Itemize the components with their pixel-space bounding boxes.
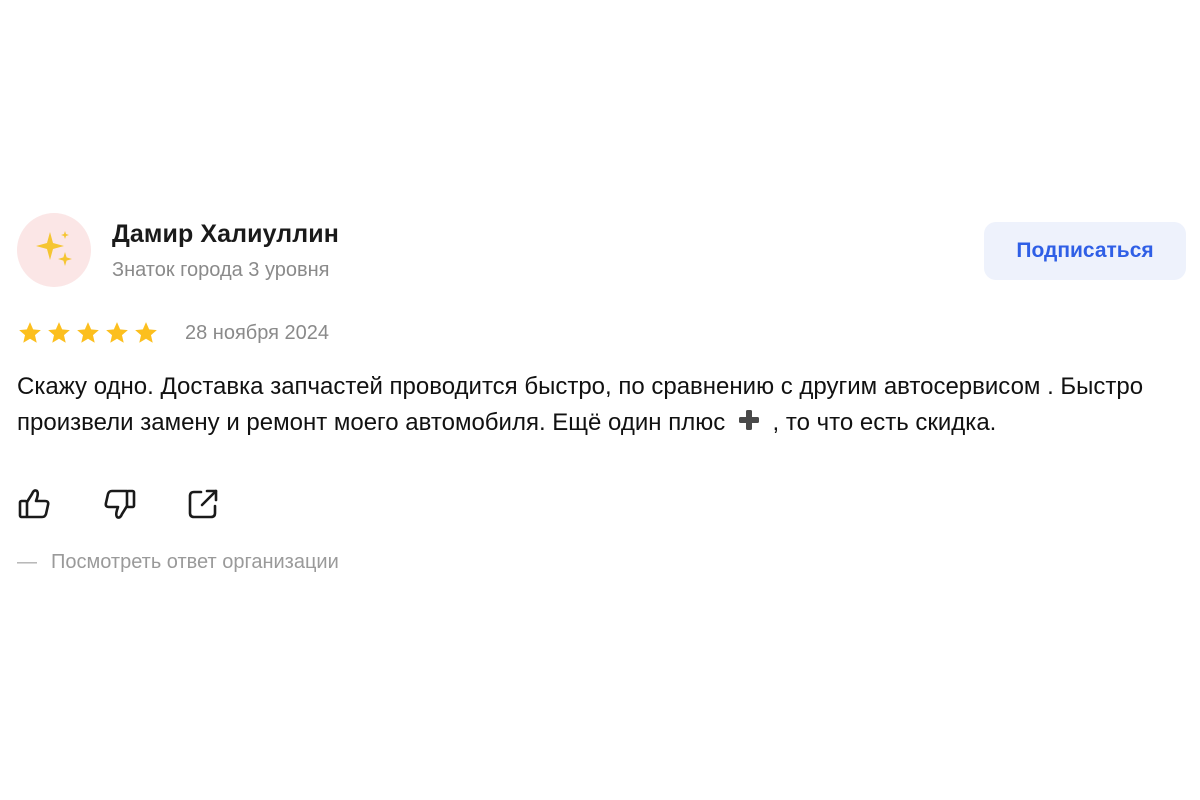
review-meta: 28 ноября 2024 <box>17 317 1186 349</box>
star-icon <box>48 322 70 343</box>
thumbs-down-icon[interactable] <box>101 486 137 522</box>
star-icon <box>135 322 157 343</box>
star-icon <box>77 322 99 343</box>
review-card: Дамир Халиуллин Знаток города 3 уровня П… <box>17 213 1186 574</box>
review-text: Скажу одно. Доставка запчастей проводитс… <box>17 369 1167 444</box>
subscribe-button[interactable]: Подписаться <box>984 222 1186 280</box>
view-org-reply-link[interactable]: — Посмотреть ответ организации <box>17 551 1186 574</box>
share-icon[interactable] <box>185 486 221 522</box>
review-actions <box>17 484 1186 524</box>
avatar[interactable] <box>17 213 91 287</box>
star-icon <box>106 322 128 343</box>
thumbs-up-icon[interactable] <box>17 486 53 522</box>
review-header: Дамир Халиуллин Знаток города 3 уровня П… <box>17 213 1186 289</box>
heavy-plus-icon <box>736 407 762 444</box>
dash: — <box>17 551 37 573</box>
author-name[interactable]: Дамир Халиуллин <box>112 217 339 251</box>
star-icon <box>19 322 41 343</box>
rating-stars <box>17 320 159 346</box>
sparkles-icon <box>36 231 72 266</box>
review-date: 28 ноября 2024 <box>185 321 330 344</box>
author-level: Знаток города 3 уровня <box>112 259 330 281</box>
org-reply-label: Посмотреть ответ организации <box>51 551 339 573</box>
review-text-part2: , то что есть скидка. <box>772 409 997 436</box>
author-block: Дамир Халиуллин Знаток города 3 уровня <box>112 217 339 283</box>
